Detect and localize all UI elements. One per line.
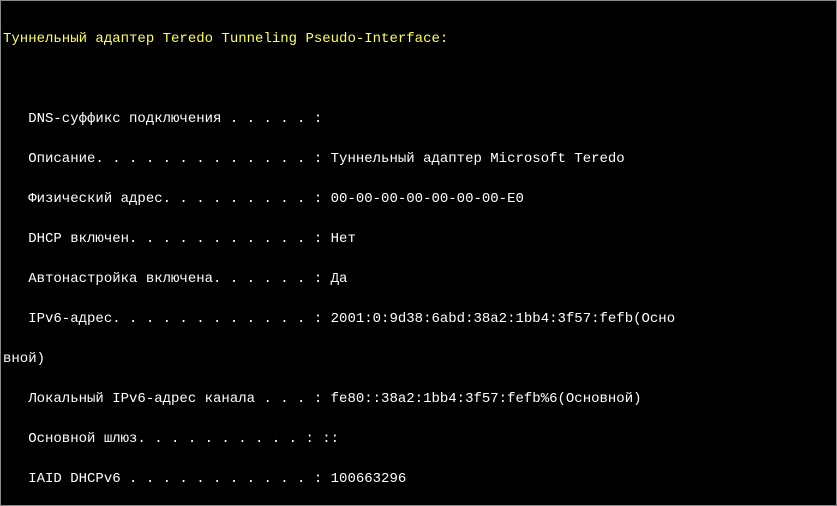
autoconfig-line: Автонастройка включена. . . . . . : Да — [3, 269, 836, 289]
dns-suffix-line: DNS-суффикс подключения . . . . . : — [3, 109, 836, 129]
link-local-ipv6-line: Локальный IPv6-адрес канала . . . : fe80… — [3, 389, 836, 409]
blank-line — [3, 69, 836, 89]
terminal-window[interactable]: Туннельный адаптер Teredo Tunneling Pseu… — [0, 0, 837, 506]
physical-address-line: Физический адрес. . . . . . . . . : 00-0… — [3, 189, 836, 209]
dhcp-enabled-line: DHCP включен. . . . . . . . . . . : Нет — [3, 229, 836, 249]
description-line: Описание. . . . . . . . . . . . . : Тунн… — [3, 149, 836, 169]
ipv6-address-line-a: IPv6-адрес. . . . . . . . . . . . : 2001… — [3, 309, 836, 329]
default-gateway-line: Основной шлюз. . . . . . . . . . : :: — [3, 429, 836, 449]
adapter-teredo-header: Туннельный адаптер Teredo Tunneling Pseu… — [3, 29, 836, 49]
ipv6-address-line-b: вной) — [3, 349, 836, 369]
iaid-dhcpv6-line: IAID DHCPv6 . . . . . . . . . . . : 1006… — [3, 469, 836, 489]
